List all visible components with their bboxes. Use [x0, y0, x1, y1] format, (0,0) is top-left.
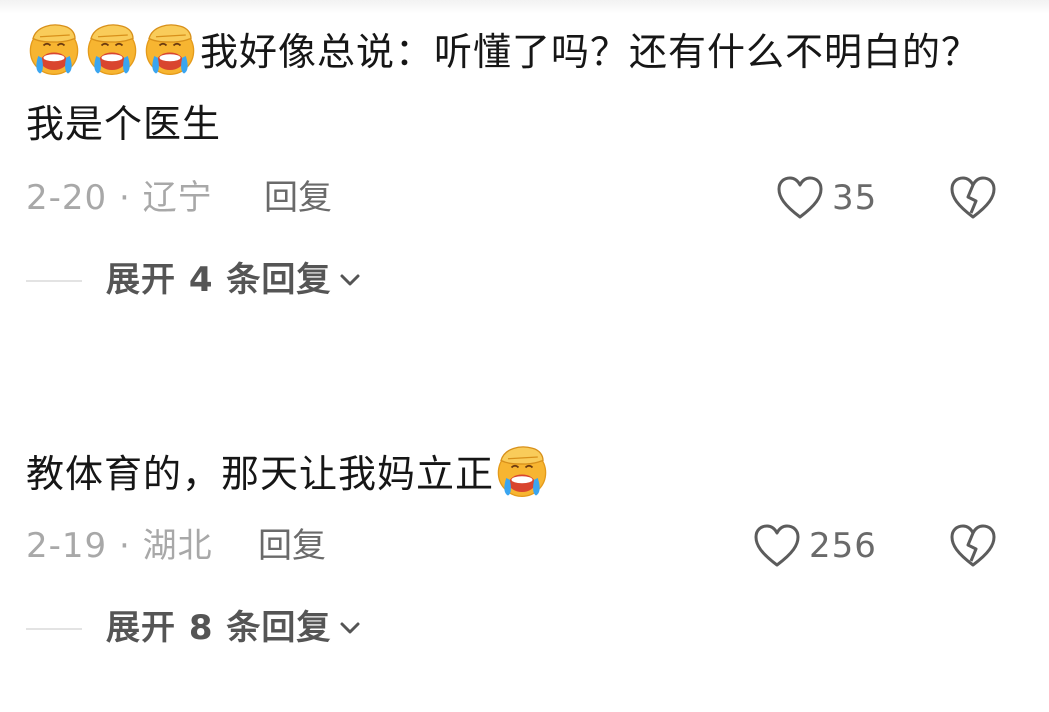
broken-heart-icon[interactable]: [948, 175, 998, 221]
comment-date-location: 2-20 · 辽宁: [26, 178, 213, 218]
comment-item: 教体育的，那天让我妈立正: [26, 438, 1026, 510]
reply-button[interactable]: 回复: [264, 173, 332, 223]
comment-body: 教体育的，那天让我妈立正: [26, 438, 1006, 510]
divider-line: [26, 280, 82, 282]
heart-outline-icon: [754, 524, 800, 567]
like-count: 256: [809, 526, 877, 566]
chevron-down-icon: [340, 274, 360, 286]
expand-replies-button[interactable]: 展开 8 条回复: [26, 603, 626, 653]
expand-replies-button[interactable]: 展开 4 条回复: [26, 255, 626, 305]
top-fade: [0, 0, 1049, 14]
comment-text: 教体育的，那天让我妈立正: [26, 452, 495, 496]
chevron-down-icon: [340, 622, 360, 634]
comment-meta-row: 2-19 · 湖北 回复 256: [26, 521, 1026, 571]
face-palm-cry-emoji-icon: [26, 21, 82, 77]
expand-replies-label: 展开 4 条回复: [106, 255, 361, 305]
like-button[interactable]: 35: [776, 173, 877, 223]
like-count: 35: [832, 178, 878, 218]
comment-item: 我好像总说：听懂了吗？还有什么不明白的？我是个医生: [26, 16, 1026, 160]
face-palm-cry-emoji-icon: [142, 21, 198, 77]
comment-body: 我好像总说：听懂了吗？还有什么不明白的？我是个医生: [26, 16, 1006, 160]
comment-date-location: 2-19 · 湖北: [26, 526, 213, 566]
heart-outline-icon: [777, 176, 823, 219]
comment-meta-row: 2-20 · 辽宁 回复 35: [26, 173, 1026, 223]
broken-heart-icon[interactable]: [948, 523, 998, 569]
like-button[interactable]: 256: [753, 521, 877, 571]
reply-button[interactable]: 回复: [258, 521, 326, 571]
face-palm-cry-emoji-icon: [494, 443, 550, 499]
face-palm-cry-emoji-icon: [84, 21, 140, 77]
divider-line: [26, 628, 82, 630]
expand-replies-label: 展开 8 条回复: [106, 603, 361, 653]
